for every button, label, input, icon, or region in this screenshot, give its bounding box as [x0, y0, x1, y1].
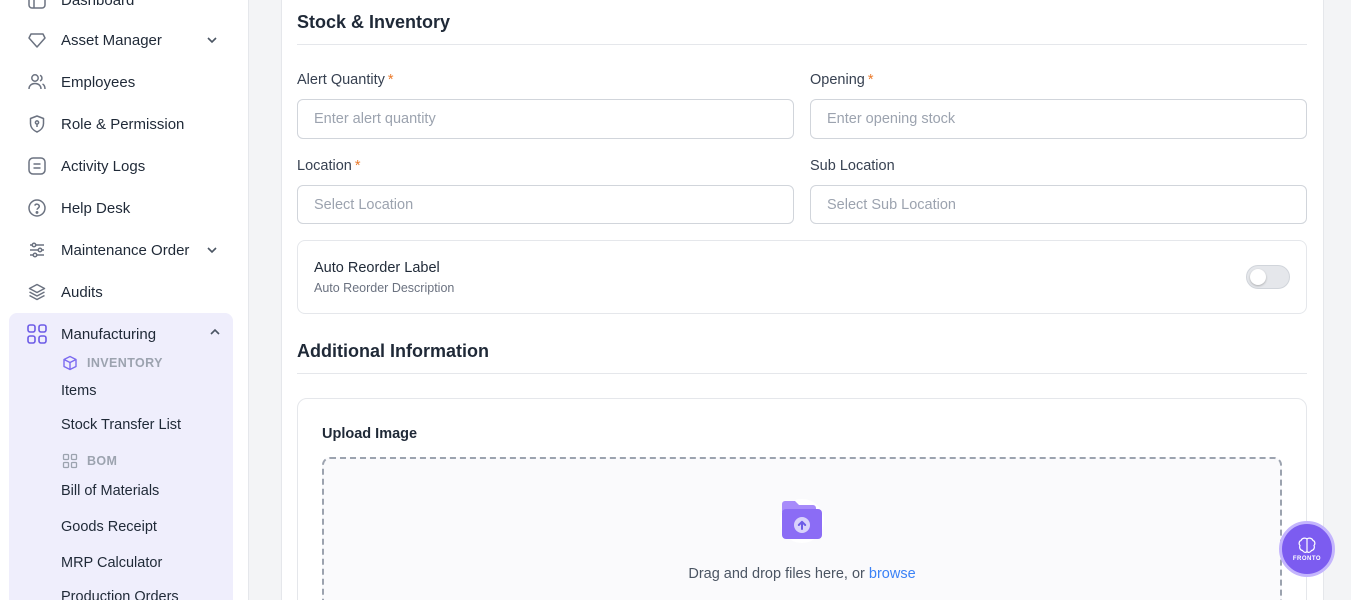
label-text: Alert Quantity [297, 72, 385, 88]
sidebar-item-employees[interactable]: Employees [12, 64, 234, 100]
submenu-item-bill-of-materials[interactable]: Bill of Materials [61, 483, 159, 499]
sidebar-item-label: Manufacturing [61, 325, 157, 343]
opening-stock-input[interactable] [810, 99, 1307, 139]
auto-reorder-panel [297, 240, 1307, 314]
alert-quantity-input[interactable] [297, 99, 794, 139]
browse-link[interactable]: browse [869, 566, 916, 582]
location-select[interactable] [297, 185, 794, 224]
sidebar-item-label: Maintenance Order [61, 241, 190, 259]
toggle-knob [1250, 269, 1266, 285]
submenu-item-items[interactable]: Items [61, 383, 96, 399]
location-label: Location * [297, 158, 360, 174]
layers-icon [26, 281, 48, 303]
section-title-additional: Additional Information [297, 341, 489, 361]
auto-reorder-toggle[interactable] [1246, 265, 1290, 289]
assistant-fab[interactable]: FRONTO [1279, 521, 1335, 577]
label-text: Sub Location [810, 158, 895, 174]
folder-upload-icon [780, 499, 824, 543]
shield-icon [26, 113, 48, 135]
brain-icon [1298, 537, 1316, 553]
chevron-down-icon [207, 37, 217, 44]
fab-label: FRONTO [1292, 555, 1322, 562]
sidebar-item-dashboard[interactable]: Dashboard [12, 0, 234, 18]
opening-label: Opening * [810, 72, 873, 88]
sidebar-item-help-desk[interactable]: Help Desk [12, 190, 234, 226]
grid-small-icon [62, 453, 78, 469]
required-marker: * [354, 158, 361, 174]
help-icon [26, 197, 48, 219]
submenu-item-goods-receipt[interactable]: Goods Receipt [61, 519, 157, 535]
upload-image-label: Upload Image [322, 426, 418, 442]
submenu-item-production-orders[interactable]: Production Orders [61, 589, 179, 600]
submenu-group-label: BOM [87, 454, 118, 468]
log-icon [26, 155, 48, 177]
sidebar-item-label: Role & Permission [61, 115, 185, 133]
submenu-group-inventory: INVENTORY [62, 353, 163, 373]
sidebar-item-label: Audits [61, 283, 103, 301]
sidebar-item-asset-manager[interactable]: Asset Manager [12, 22, 234, 58]
dashboard-icon [26, 0, 48, 11]
upload-drop-text: Drag and drop files here, or browse [322, 566, 1282, 582]
sidebar-item-label: Activity Logs [61, 157, 146, 175]
chevron-down-icon [207, 247, 217, 254]
required-marker: * [387, 72, 394, 88]
sidebar-item-manufacturing[interactable]: Manufacturing [9, 316, 233, 352]
sidebar-item-audits[interactable]: Audits [12, 274, 234, 310]
label-text: Location [297, 158, 352, 174]
auto-reorder-title: Auto Reorder Label [314, 260, 440, 276]
box-icon [62, 355, 78, 371]
submenu-item-stock-transfer-list[interactable]: Stock Transfer List [61, 417, 181, 433]
sidebar-item-label: Asset Manager [61, 31, 162, 49]
submenu-group-bom: BOM [62, 451, 117, 471]
submenu-item-mrp-calculator[interactable]: MRP Calculator [61, 555, 162, 571]
sub-location-label: Sub Location [810, 158, 895, 174]
section-divider [297, 44, 1307, 45]
alert-quantity-label: Alert Quantity * [297, 72, 394, 88]
label-text: Opening [810, 72, 865, 88]
drop-instructions: Drag and drop files here, or [688, 566, 869, 582]
sub-location-select[interactable] [810, 185, 1307, 224]
sidebar-item-maintenance-order[interactable]: Maintenance Order [12, 232, 234, 268]
section-divider [297, 373, 1307, 374]
users-icon [26, 71, 48, 93]
chevron-up-icon [210, 328, 220, 335]
sidebar: Dashboard Asset Manager Employees Role &… [0, 0, 249, 600]
auto-reorder-description: Auto Reorder Description [314, 281, 455, 295]
grid-icon [26, 323, 48, 345]
sidebar-item-activity-logs[interactable]: Activity Logs [12, 148, 234, 184]
gem-icon [26, 29, 48, 51]
section-title-stock: Stock & Inventory [297, 12, 451, 32]
sidebar-item-label: Dashboard [61, 0, 135, 9]
sidebar-item-label: Help Desk [61, 199, 131, 217]
sliders-icon [26, 239, 48, 261]
submenu-group-label: INVENTORY [87, 356, 163, 370]
required-marker: * [867, 72, 874, 88]
sidebar-item-label: Employees [61, 73, 136, 91]
sidebar-item-role-permission[interactable]: Role & Permission [12, 106, 234, 142]
